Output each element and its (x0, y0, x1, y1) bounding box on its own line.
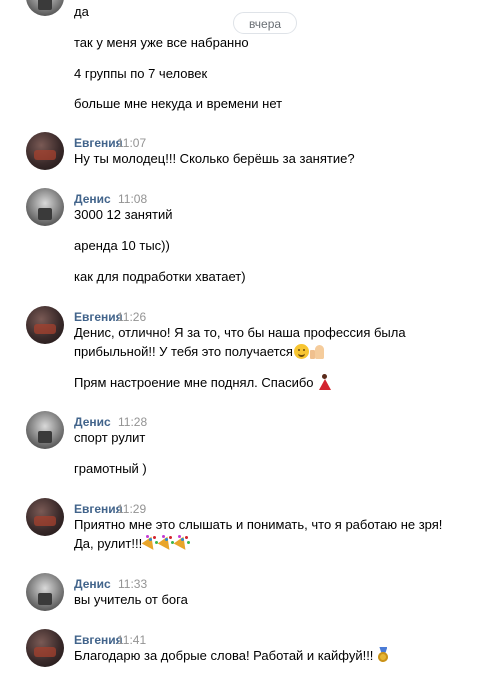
timestamp[interactable]: 11:26 (117, 310, 146, 324)
author-name[interactable]: Денис (74, 415, 111, 429)
message-text: аренда 10 тыс)) (74, 238, 170, 253)
message-text: грамотный ) (74, 461, 147, 476)
date-divider: вчера (233, 12, 297, 34)
party-popper-emoji (143, 536, 158, 551)
message-line: Прям настроение мне поднял. Спасибо (74, 373, 331, 392)
chat-history: да так у меня уже все набранно 4 группы … (0, 0, 502, 691)
timestamp[interactable]: 11:33 (118, 577, 147, 591)
timestamp[interactable]: 11:29 (117, 502, 146, 516)
author-name[interactable]: Евгения (74, 136, 123, 150)
message-text: спорт рулит (74, 430, 146, 445)
message-text: прибыльной!! У тебя это получается (74, 344, 293, 359)
message-text: больше мне некуда и времени нет (74, 96, 283, 111)
avatar[interactable] (26, 411, 64, 449)
avatar[interactable] (26, 573, 64, 611)
author-name[interactable]: Денис (74, 192, 111, 206)
avatar[interactable] (26, 306, 64, 344)
author-name[interactable]: Денис (74, 577, 111, 591)
avatar[interactable] (26, 132, 64, 170)
message-text: 3000 12 занятий (74, 207, 173, 222)
message-text: вы учитель от бога (74, 592, 188, 607)
timestamp[interactable]: 11:28 (118, 415, 147, 429)
message-text: Благодарю за добрые слова! Работай и кай… (74, 648, 374, 663)
smiling-face-emoji (293, 344, 309, 359)
avatar[interactable] (26, 498, 64, 536)
message-text: Ну ты молодец!!! Сколько берёшь за занят… (74, 151, 355, 166)
party-popper-emoji (175, 536, 190, 551)
message-text: Да, рулит!!! (74, 536, 143, 551)
medal-emoji (377, 647, 389, 663)
timestamp[interactable]: 11:08 (118, 192, 147, 206)
author-name[interactable]: Евгения (74, 310, 123, 324)
author-name[interactable]: Евгения (74, 633, 123, 647)
message-text: как для подработки хватает) (74, 269, 246, 284)
message-line: прибыльной!! У тебя это получается (74, 342, 324, 361)
timestamp[interactable]: 11:41 (117, 633, 146, 647)
message-text: Денис, отлично! Я за то, что бы наша про… (74, 325, 406, 340)
message-text: Приятно мне это слышать и понимать, что … (74, 517, 443, 532)
dancer-emoji (318, 374, 331, 390)
message-text: Прям настроение мне поднял. Спасибо (74, 375, 314, 390)
party-popper-emoji (159, 536, 174, 551)
timestamp[interactable]: 11:07 (117, 136, 146, 150)
message-line: Да, рулит!!! (74, 534, 190, 553)
message-text: так у меня уже все набранно (74, 35, 249, 50)
avatar[interactable] (26, 0, 64, 16)
thumbs-up-emoji (309, 344, 324, 359)
message-text: да (74, 4, 89, 19)
author-name[interactable]: Евгения (74, 502, 123, 516)
message-text: 4 группы по 7 человек (74, 66, 208, 81)
avatar[interactable] (26, 188, 64, 226)
avatar[interactable] (26, 629, 64, 667)
message-line: Благодарю за добрые слова! Работай и кай… (74, 646, 389, 665)
